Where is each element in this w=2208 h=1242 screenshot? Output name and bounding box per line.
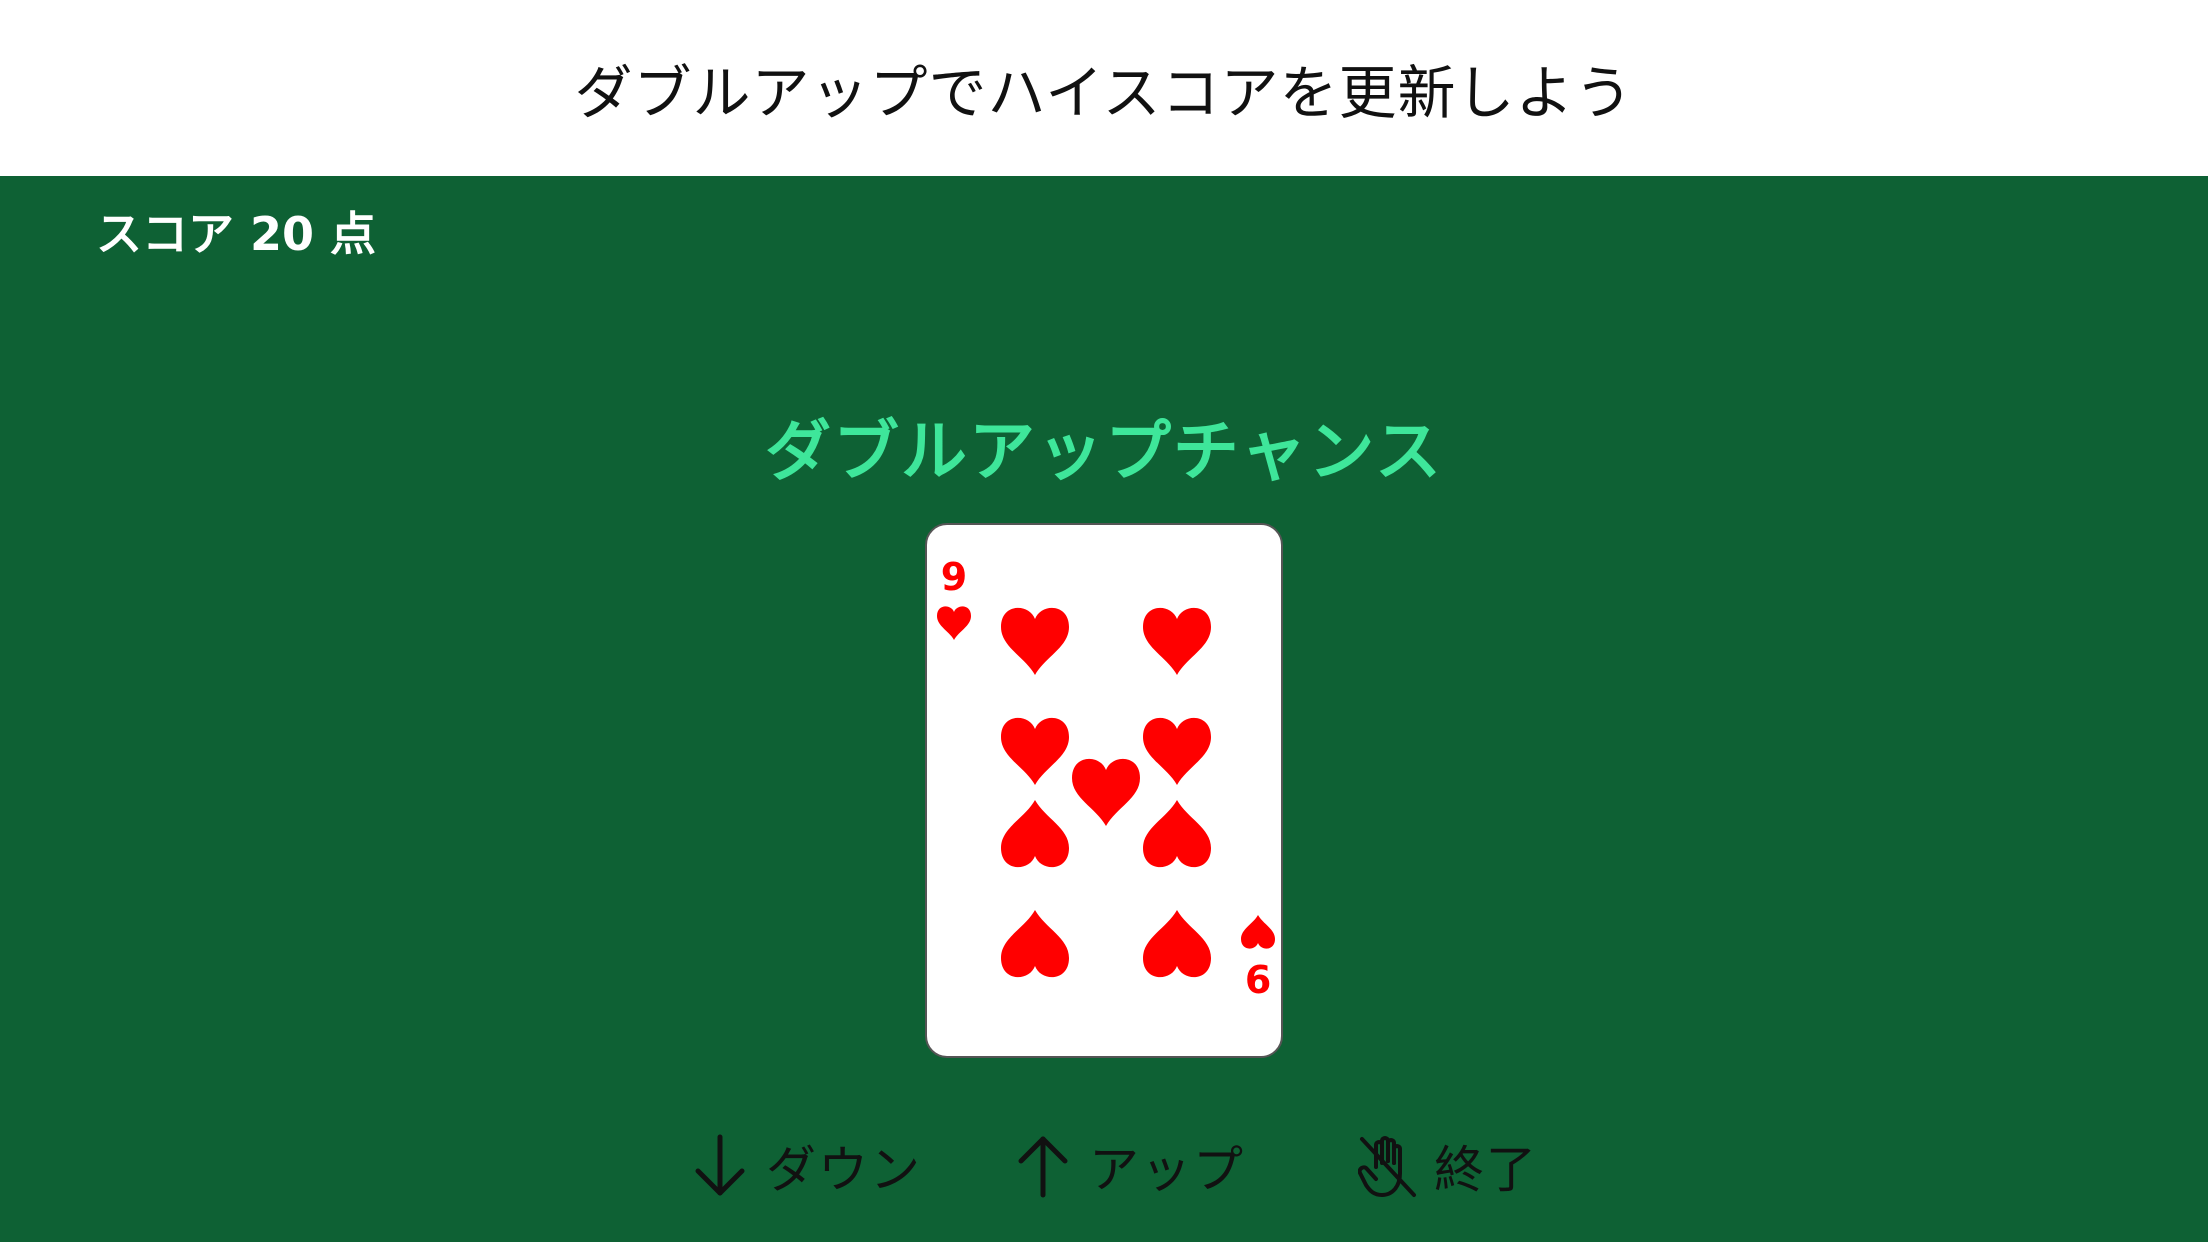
card-rank-top: 9 bbox=[941, 555, 967, 599]
heart-pip-icon bbox=[1143, 800, 1211, 868]
heart-pip-icon bbox=[1001, 910, 1069, 978]
heart-icon bbox=[937, 606, 971, 640]
heart-pip-icon bbox=[1001, 800, 1069, 868]
quit-label: 終了 bbox=[1434, 1141, 1538, 1199]
heart-pip-icon bbox=[1143, 717, 1211, 785]
header-bar: ダブルアップでハイスコアを更新しよう bbox=[0, 0, 2208, 176]
header-title: ダブルアップでハイスコアを更新しよう bbox=[574, 59, 1634, 127]
up-label: アップ bbox=[1089, 1141, 1245, 1199]
heart-pip-icon bbox=[1143, 910, 1211, 978]
playing-card: 9 9 bbox=[925, 523, 1283, 1058]
game-table: スコア 20 点 ダブルアップチャンス 9 9 ダウン アップ 終了 bbox=[0, 176, 2208, 1242]
up-button[interactable]: アップ bbox=[1013, 1126, 1245, 1206]
heart-pip-icon bbox=[1072, 758, 1140, 826]
down-label: ダウン bbox=[766, 1141, 922, 1199]
score-label: スコア 20 点 bbox=[96, 207, 377, 261]
heart-pip-icon bbox=[1001, 607, 1069, 675]
heart-icon bbox=[1241, 915, 1275, 949]
game-screen: ダブルアップでハイスコアを更新しよう スコア 20 点 ダブルアップチャンス 9… bbox=[0, 0, 2208, 1242]
heart-pip-icon bbox=[1001, 717, 1069, 785]
hand-slash-icon bbox=[1358, 1131, 1418, 1201]
card-rank-bottom: 9 bbox=[1245, 956, 1271, 1000]
card-face: 9 9 bbox=[937, 555, 1275, 1000]
down-button[interactable]: ダウン bbox=[690, 1126, 922, 1206]
quit-button[interactable]: 終了 bbox=[1358, 1126, 1538, 1206]
controls-bar: ダウン アップ 終了 bbox=[0, 1126, 2208, 1206]
arrow-down-icon bbox=[690, 1131, 750, 1201]
heart-pip-icon bbox=[1143, 607, 1211, 675]
double-up-chance-title: ダブルアップチャンス bbox=[764, 413, 1444, 490]
arrow-up-icon bbox=[1013, 1131, 1073, 1201]
